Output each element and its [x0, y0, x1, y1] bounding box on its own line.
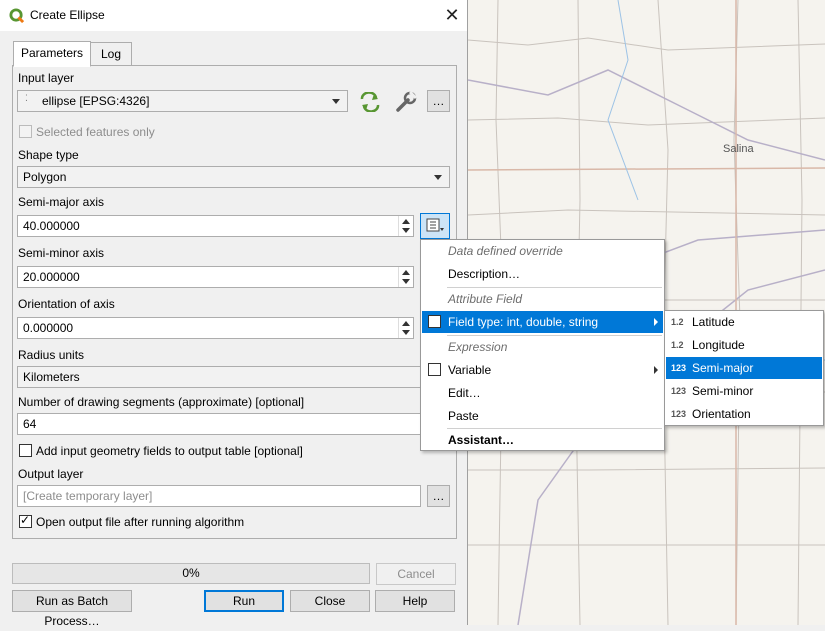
orientation-label: Orientation of axis [18, 297, 115, 311]
integer-type-icon: 123 [671, 409, 687, 419]
submenu-item-latitude[interactable]: 1.2 Latitude [666, 311, 822, 333]
close-window-icon[interactable]: ✕ [438, 4, 466, 26]
semi-major-input[interactable]: 40.000000 [17, 215, 414, 237]
tab-parameters[interactable]: Parameters [13, 41, 91, 67]
open-output-label: Open output file after running algorithm [36, 515, 245, 529]
chevron-down-icon [332, 99, 340, 104]
window-title: Create Ellipse [30, 8, 105, 22]
orientation-input[interactable]: 0.000000 [17, 317, 414, 339]
title-bar: Create Ellipse ✕ [0, 0, 467, 31]
submenu-item-orientation[interactable]: 123 Orientation [666, 403, 822, 425]
input-layer-value: ellipse [EPSG:4326] [42, 94, 150, 108]
selected-features-checkbox[interactable] [19, 125, 32, 138]
radius-units-value: Kilometers [23, 370, 80, 384]
progress-bar: 0% [12, 563, 370, 584]
submenu-item-semi-major[interactable]: 123 Semi-major [666, 357, 822, 379]
submenu-arrow-icon [654, 366, 658, 374]
integer-type-icon: 123 [671, 386, 687, 396]
add-geometry-checkbox[interactable] [19, 444, 32, 457]
submenu-item-semi-minor[interactable]: 123 Semi-minor [666, 380, 822, 402]
chevron-down-icon [434, 175, 442, 180]
input-layer-label: Input layer [18, 71, 75, 85]
checkbox-icon [428, 315, 441, 328]
segments-input[interactable]: 64 [17, 413, 427, 435]
city-label-salina: Salina [723, 143, 754, 155]
cancel-button[interactable]: Cancel [376, 563, 456, 585]
semi-minor-label: Semi-minor axis [18, 246, 105, 260]
semi-major-value: 40.000000 [23, 219, 80, 233]
menu-item-assistant[interactable]: Assistant… [422, 429, 663, 451]
data-defined-override-button[interactable] [420, 213, 450, 239]
segments-value: 64 [23, 417, 37, 431]
open-output-checkbox[interactable]: ✓ [19, 513, 32, 528]
integer-type-icon: 123 [671, 363, 687, 373]
data-defined-context-menu: Data defined override Description… Attri… [420, 239, 665, 451]
checkmark-icon: ✓ [20, 513, 31, 527]
iterate-icon[interactable] [358, 92, 382, 112]
batch-process-button[interactable]: Run as Batch Process… [12, 590, 132, 628]
shape-type-combo[interactable]: Polygon [17, 166, 450, 188]
output-browse-button[interactable]: … [427, 485, 450, 507]
qgis-logo-icon [9, 8, 24, 23]
menu-item-edit[interactable]: Edit… [422, 382, 663, 404]
output-placeholder: [Create temporary layer] [23, 489, 153, 503]
input-browse-button[interactable]: … [427, 90, 450, 112]
close-button[interactable]: Close [290, 590, 370, 612]
decimal-type-icon: 1.2 [671, 340, 684, 350]
add-geometry-label: Add input geometry fields to output tabl… [36, 444, 303, 458]
run-button[interactable]: Run [204, 590, 284, 612]
menu-item-paste[interactable]: Paste [422, 405, 663, 427]
menu-item-field-type[interactable]: Field type: int, double, string [422, 311, 663, 333]
point-layer-icon: ⁚ [25, 93, 28, 103]
progress-text: 0% [182, 566, 200, 580]
create-ellipse-dialog: Create Ellipse ✕ Parameters Log Input la… [0, 0, 468, 628]
output-layer-label: Output layer [18, 467, 84, 481]
semi-minor-spinner[interactable] [398, 267, 413, 287]
menu-item-variable[interactable]: Variable [422, 359, 663, 381]
help-button[interactable]: Help [375, 590, 455, 612]
decimal-type-icon: 1.2 [671, 317, 684, 327]
menu-header-expression: Expression [448, 340, 508, 354]
orientation-value: 0.000000 [23, 321, 74, 335]
field-submenu: 1.2 Latitude 1.2 Longitude 123 Semi-majo… [664, 310, 824, 426]
submenu-arrow-icon [654, 318, 658, 326]
orientation-spinner[interactable] [398, 318, 413, 338]
checkbox-icon [428, 363, 441, 376]
input-layer-combo[interactable]: ⁚ ellipse [EPSG:4326] [17, 90, 348, 112]
semi-major-label: Semi-major axis [18, 195, 105, 209]
segments-label: Number of drawing segments (approximate)… [18, 395, 305, 409]
menu-header-data-defined: Data defined override [448, 244, 563, 258]
output-layer-input[interactable]: [Create temporary layer] [17, 485, 421, 507]
tab-log[interactable]: Log [90, 42, 132, 66]
radius-units-combo[interactable]: Kilometers [17, 366, 427, 388]
semi-major-spinner[interactable] [398, 216, 413, 236]
semi-minor-value: 20.000000 [23, 270, 80, 284]
selected-features-label: Selected features only [36, 125, 155, 139]
wrench-icon[interactable] [394, 90, 418, 114]
menu-item-description[interactable]: Description… [422, 263, 663, 285]
data-defined-icon [426, 218, 444, 232]
submenu-item-longitude[interactable]: 1.2 Longitude [666, 334, 822, 356]
shape-type-value: Polygon [23, 170, 67, 184]
radius-units-label: Radius units [18, 348, 85, 362]
semi-minor-input[interactable]: 20.000000 [17, 266, 414, 288]
menu-header-attribute-field: Attribute Field [448, 292, 523, 306]
shape-type-label: Shape type [18, 148, 79, 162]
